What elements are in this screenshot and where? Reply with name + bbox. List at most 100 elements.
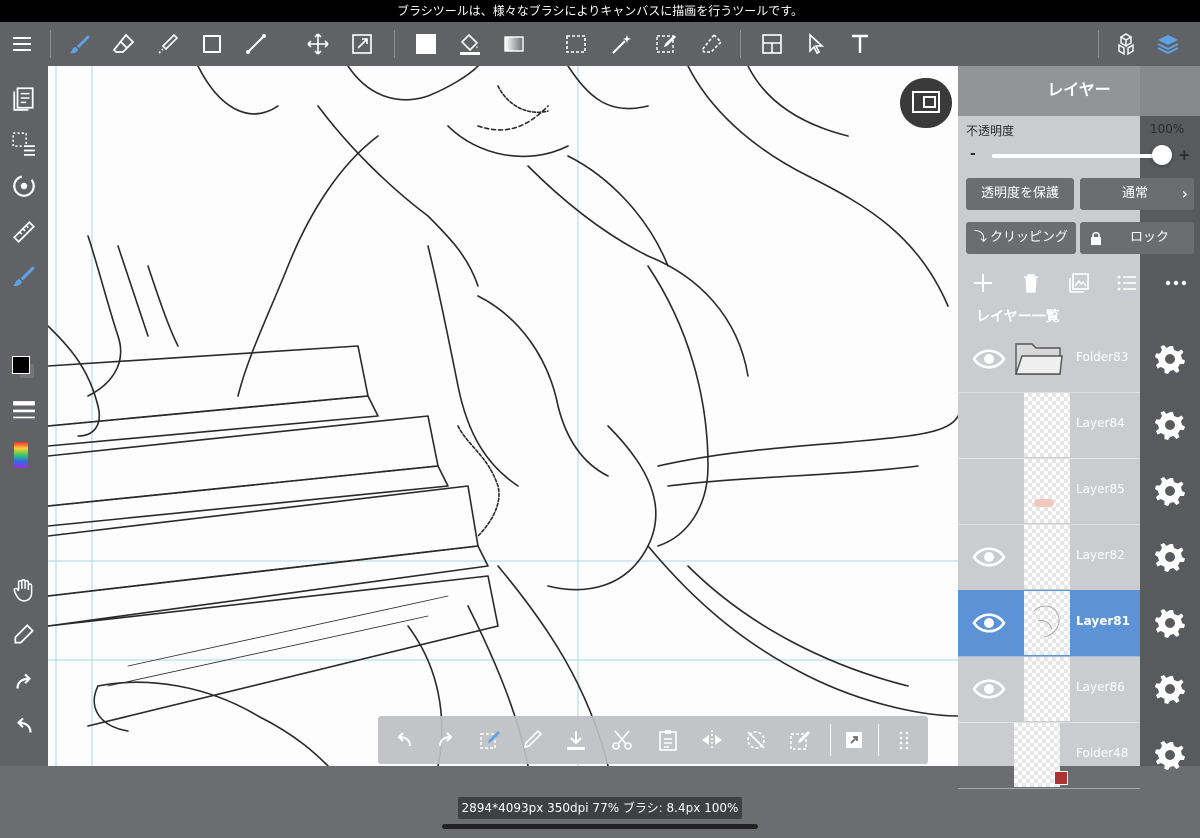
drag-handle-icon[interactable]	[890, 726, 918, 754]
select-pen-icon[interactable]	[650, 28, 682, 60]
gear-icon[interactable]	[1154, 739, 1186, 771]
opacity-plus-button[interactable]: +	[1178, 146, 1191, 164]
layer-row[interactable]: Layer85	[958, 458, 1200, 525]
layer-thumbnail	[1024, 393, 1070, 457]
lock-label: ロック	[1130, 230, 1170, 245]
material-icon[interactable]	[1110, 28, 1142, 60]
more-options-icon[interactable]	[1164, 272, 1188, 294]
color-palette-icon[interactable]	[14, 442, 28, 468]
left-sidebar	[0, 66, 48, 766]
paste-icon[interactable]	[654, 726, 682, 754]
import-image-icon[interactable]	[1068, 272, 1090, 294]
undo-icon[interactable]	[390, 726, 418, 754]
layer-thumbnail	[1024, 591, 1070, 655]
undo-icon[interactable]	[8, 710, 40, 742]
gradation-icon[interactable]	[498, 28, 530, 60]
layer-thumbnail	[1024, 525, 1070, 589]
layer-name: Layer85	[1076, 482, 1125, 496]
transform-edit-icon[interactable]	[786, 726, 814, 754]
gear-icon[interactable]	[1154, 475, 1186, 507]
export-icon[interactable]	[840, 726, 868, 754]
opacity-value: 100%	[1150, 122, 1185, 136]
blend-mode-value: 通常	[1122, 186, 1149, 201]
download-icon[interactable]	[562, 726, 590, 754]
gear-icon[interactable]	[1154, 409, 1186, 441]
layer-row[interactable]: Layer84	[958, 392, 1200, 459]
layer-thumbnail	[1014, 723, 1068, 787]
transform-icon[interactable]	[346, 28, 378, 60]
opacity-slider-knob[interactable]	[1152, 145, 1172, 165]
eraser-icon[interactable]	[108, 28, 140, 60]
add-layer-icon[interactable]	[972, 272, 994, 294]
lock-button[interactable]: ロック	[1080, 222, 1194, 254]
layer-row[interactable]: Folder48	[958, 722, 1200, 789]
snap-brush-icon[interactable]	[8, 260, 40, 292]
smudge-icon[interactable]	[152, 28, 184, 60]
rotate-reset-icon[interactable]	[742, 726, 770, 754]
text-icon[interactable]	[844, 28, 876, 60]
hand-icon[interactable]	[8, 574, 40, 606]
menu-icon[interactable]	[6, 28, 38, 60]
quick-action-bar	[378, 716, 928, 764]
divider	[878, 724, 879, 756]
gear-icon[interactable]	[1154, 673, 1186, 705]
redo-icon[interactable]	[432, 726, 460, 754]
window-icon	[912, 91, 940, 113]
clipping-label: クリッピング	[990, 230, 1069, 245]
gear-icon[interactable]	[1154, 343, 1186, 375]
frame-icon[interactable]	[756, 28, 788, 60]
layer-name: Folder48	[1076, 746, 1129, 760]
eyedropper-icon[interactable]	[8, 618, 40, 650]
eye-icon[interactable]	[972, 542, 1006, 572]
layer-row[interactable]: Layer82	[958, 524, 1200, 591]
layer-menu-list-icon[interactable]	[1116, 272, 1138, 294]
canvas-view-button[interactable]	[900, 78, 952, 128]
layer-list-label: レイヤー一覧	[976, 309, 1060, 325]
lock-icon	[1091, 231, 1101, 245]
protect-alpha-button[interactable]: 透明度を保護	[966, 178, 1074, 210]
divider	[830, 724, 831, 756]
opacity-label: 不透明度	[966, 124, 1015, 138]
pen-icon[interactable]	[518, 726, 546, 754]
select-pen-icon[interactable]	[476, 726, 504, 754]
select-rect-icon[interactable]	[560, 28, 592, 60]
layers-icon[interactable]	[1152, 28, 1184, 60]
brush-size-icon[interactable]	[8, 396, 40, 428]
rotate-canvas-icon[interactable]	[8, 170, 40, 202]
selection-list-icon[interactable]	[8, 128, 40, 160]
layer-row[interactable]: Folder83	[958, 326, 1200, 393]
pages-icon[interactable]	[8, 82, 40, 114]
clipping-button[interactable]: ⤵ クリッピング	[966, 222, 1076, 254]
flip-horizontal-icon[interactable]	[698, 726, 726, 754]
home-indicator[interactable]	[442, 824, 758, 829]
layer-panel-title: レイヤー	[1047, 80, 1111, 99]
ruler-icon[interactable]	[8, 216, 40, 248]
magic-wand-icon[interactable]	[606, 28, 638, 60]
fill-rect-icon[interactable]	[410, 28, 442, 60]
primary-color-swatch[interactable]	[12, 356, 30, 374]
move-icon[interactable]	[302, 28, 334, 60]
line-icon[interactable]	[240, 28, 272, 60]
bucket-icon[interactable]	[454, 28, 486, 60]
gear-icon[interactable]	[1154, 607, 1186, 639]
brush-icon[interactable]	[64, 28, 96, 60]
select-eraser-icon[interactable]	[696, 28, 728, 60]
eye-icon[interactable]	[972, 674, 1006, 704]
layer-row-selected[interactable]: Layer81	[958, 590, 1200, 657]
redo-icon[interactable]	[8, 666, 40, 698]
drawing-canvas[interactable]	[48, 66, 958, 766]
cut-icon[interactable]	[608, 726, 636, 754]
select-arrow-icon[interactable]	[800, 28, 832, 60]
opacity-minus-button[interactable]: -	[970, 146, 976, 162]
chevron-right-icon: ›	[1181, 184, 1188, 203]
eye-icon[interactable]	[972, 344, 1006, 374]
gear-icon[interactable]	[1154, 541, 1186, 573]
delete-layer-icon[interactable]	[1020, 272, 1042, 294]
layer-name: Layer86	[1076, 680, 1125, 694]
layer-row[interactable]: Layer86	[958, 656, 1200, 723]
eye-icon[interactable]	[972, 608, 1006, 638]
blend-mode-select[interactable]: 通常 ›	[1080, 178, 1194, 210]
shape-icon[interactable]	[196, 28, 228, 60]
clipping-arrow-icon: ⤵	[974, 230, 988, 245]
opacity-slider[interactable]	[992, 145, 1172, 165]
